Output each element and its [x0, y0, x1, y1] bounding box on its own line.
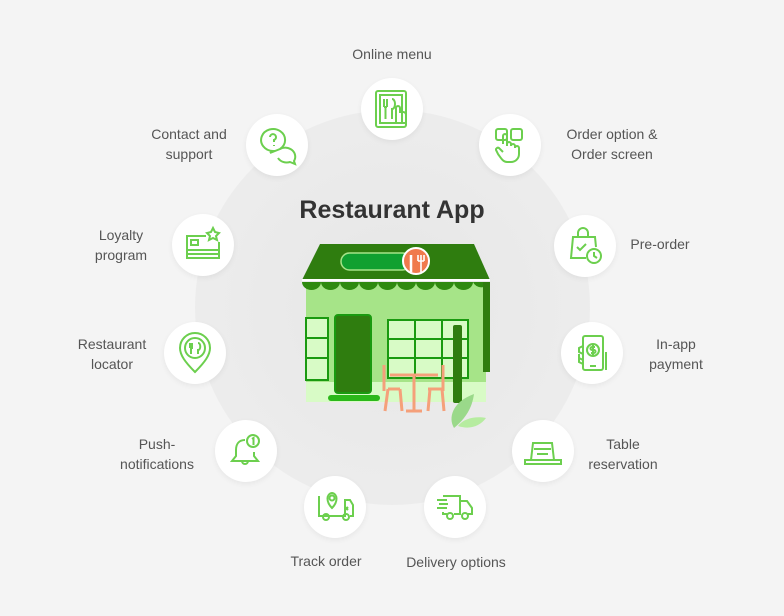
touch-select-icon	[495, 128, 523, 163]
feature-table-reservation[interactable]	[512, 420, 574, 482]
label-pre-order: Pre-order	[630, 236, 690, 252]
label-line: Loyalty	[98, 227, 144, 243]
feature-delivery-options[interactable]	[424, 476, 486, 538]
reserved-sign-icon	[524, 442, 562, 465]
label-line: locator	[90, 356, 134, 372]
feature-in-app-payment[interactable]	[561, 322, 623, 384]
card-star-icon	[186, 225, 221, 259]
label-line: support	[165, 146, 213, 162]
feature-push-notifications[interactable]	[215, 420, 277, 482]
label-table-reservation: Table reservation	[580, 434, 666, 474]
feature-restaurant-locator[interactable]	[164, 322, 226, 384]
label-line: notifications	[120, 456, 194, 472]
chat-question-icon	[260, 128, 297, 166]
feature-loyalty-program[interactable]	[172, 214, 234, 276]
feature-contact-support[interactable]	[246, 114, 308, 176]
phone-payment-icon	[578, 335, 607, 371]
location-pin-icon	[178, 332, 212, 374]
label-line: Restaurant	[77, 336, 147, 352]
label-line: Order option &	[566, 126, 658, 142]
bell-notification-icon	[229, 434, 261, 465]
label-line: In-app	[656, 336, 696, 352]
label-track-order: Track order	[290, 553, 362, 569]
label-in-app-payment: In-app payment	[640, 334, 712, 374]
delivery-truck-icon	[437, 495, 473, 520]
label-line: Order screen	[571, 146, 653, 162]
label-online-menu: Online menu	[352, 46, 432, 62]
feature-online-menu[interactable]	[361, 78, 423, 140]
feature-track-order[interactable]	[304, 476, 366, 538]
label-order-option: Order option & Order screen	[560, 124, 664, 164]
label-line: reservation	[588, 456, 658, 472]
label-push-notifications: Push- notifications	[110, 434, 204, 474]
feature-order-option[interactable]	[479, 114, 541, 176]
label-line: Contact and	[151, 126, 227, 142]
label-line: Push-	[138, 436, 176, 452]
menu-tablet-icon	[375, 90, 407, 128]
truck-location-icon	[318, 491, 354, 521]
label-contact-support: Contact and support	[142, 124, 236, 164]
page-title: Restaurant App	[299, 196, 485, 224]
label-line: payment	[649, 356, 703, 372]
label-loyalty-program: Loyalty program	[86, 225, 156, 265]
label-delivery-options: Delivery options	[406, 554, 506, 570]
feature-pre-order[interactable]	[554, 215, 616, 277]
label-line: Table	[606, 436, 640, 452]
label-restaurant-locator: Restaurant locator	[70, 334, 154, 374]
label-line: program	[94, 247, 148, 263]
restaurant-store-illustration	[302, 244, 490, 428]
bag-clock-icon	[569, 227, 602, 264]
